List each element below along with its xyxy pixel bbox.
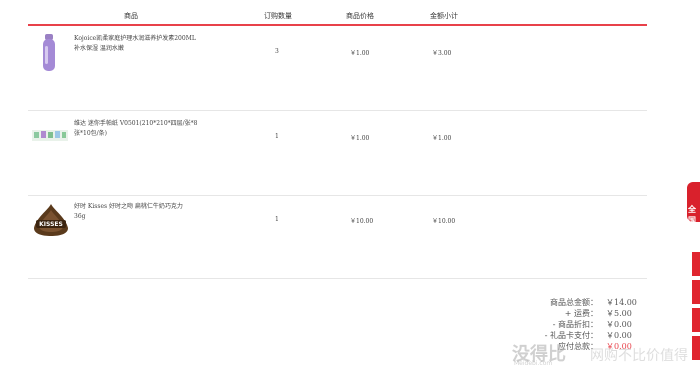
line-subtotal: ￥1.00 <box>432 135 452 142</box>
summary-shipping-label: + 运费： <box>564 309 598 318</box>
product-name[interactable]: 维达 迷你手帕纸 V0501(210*210*四层/张*8 张*10包/条) <box>74 119 234 139</box>
kisses-chocolate-icon[interactable]: KISSES <box>30 202 70 242</box>
summary-giftcard-value: ￥0.00 <box>606 331 632 340</box>
line-subtotal: ￥3.00 <box>432 50 452 57</box>
line-subtotal: ￥10.00 <box>432 218 456 225</box>
table-row: Kojoice凯柔家庭护理水润滋养护发素200ML 补水保湿 温润水嫩 3 ￥1… <box>28 26 647 111</box>
watermark-domain: Meidebi.com <box>514 360 553 367</box>
summary-total: 商品总金额： ￥14.00 <box>548 297 640 308</box>
conditioner-bottle-icon[interactable] <box>30 32 70 72</box>
order-quantity: 1 <box>275 133 279 140</box>
tissue-pack-icon[interactable] <box>30 125 70 165</box>
header-subtotal: 金额小计 <box>430 12 458 20</box>
unit-price: ￥10.00 <box>350 218 374 225</box>
summary-total-label: 商品总金额： <box>550 298 598 307</box>
summary-total-value: ￥14.00 <box>606 298 637 307</box>
header-quantity: 订购数量 <box>264 12 292 20</box>
summary-discount: - 商品折扣： ￥0.00 <box>548 319 640 330</box>
sidebar-tab[interactable] <box>692 280 700 304</box>
table-row: 维达 迷你手帕纸 V0501(210*210*四层/张*8 张*10包/条) 1… <box>28 111 647 196</box>
table-row: KISSES 好时 Kisses 好时之吻 扁桃仁牛奶巧克力 36g 1 ￥10… <box>28 194 647 279</box>
sidebar-tab[interactable] <box>692 308 700 332</box>
summary-shipping-value: ￥5.00 <box>606 309 632 318</box>
sidebar-tab[interactable] <box>692 252 700 276</box>
floating-sidebar[interactable]: 全国 <box>687 182 700 367</box>
summary-discount-value: ￥0.00 <box>606 320 632 329</box>
order-quantity: 1 <box>275 216 279 223</box>
product-name[interactable]: Kojoice凯柔家庭护理水润滋养护发素200ML 补水保湿 温润水嫩 <box>74 34 234 54</box>
sidebar-tab[interactable] <box>692 336 700 360</box>
svg-text:KISSES: KISSES <box>39 221 63 228</box>
order-quantity: 3 <box>275 48 279 55</box>
unit-price: ￥1.00 <box>350 135 370 142</box>
product-name[interactable]: 好时 Kisses 好时之吻 扁桃仁牛奶巧克力 36g <box>74 202 234 222</box>
header-price: 商品价格 <box>346 12 374 20</box>
sidebar-badge[interactable]: 全国 <box>687 182 700 225</box>
unit-price: ￥1.00 <box>350 50 370 57</box>
table-header: 商品 订购数量 商品价格 金额小计 <box>28 6 648 24</box>
summary-shipping: + 运费： ￥5.00 <box>548 308 640 319</box>
watermark-slogan: 网购不比价值得 <box>590 348 688 364</box>
header-product: 商品 <box>124 12 138 20</box>
summary-discount-label: - 商品折扣： <box>552 320 598 329</box>
